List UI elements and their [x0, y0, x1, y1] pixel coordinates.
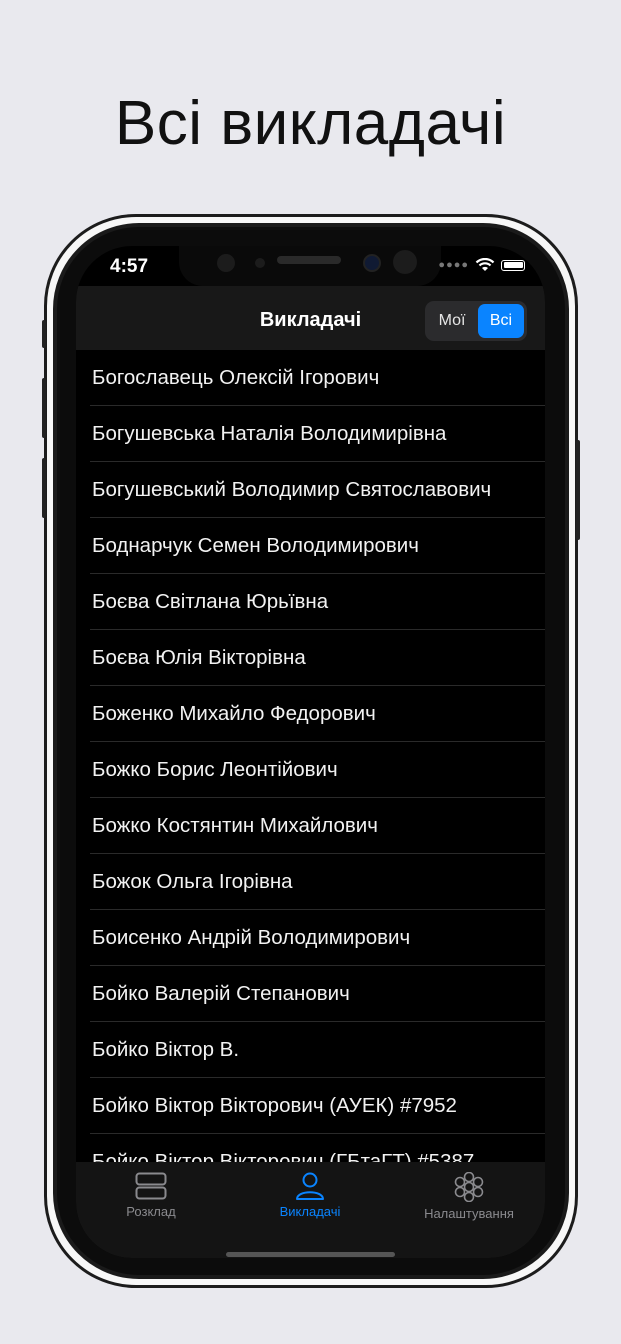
tab-schedule[interactable]: Розклад	[76, 1172, 226, 1219]
volume-up-button	[42, 378, 46, 438]
teacher-row[interactable]: Божко Костянтин Михайлович	[76, 798, 545, 854]
teacher-row[interactable]: Бойко Валерій Степанович	[76, 966, 545, 1022]
volume-down-button	[42, 458, 46, 518]
notch	[179, 246, 441, 286]
teacher-row[interactable]: Божко Борис Леонтійович	[76, 742, 545, 798]
tab-settings[interactable]: Налаштування	[394, 1172, 544, 1221]
tab-schedule-label: Розклад	[126, 1204, 176, 1219]
segment-all[interactable]: Всі	[478, 304, 524, 338]
teacher-row[interactable]: Богушевська Наталія Володимирівна	[76, 406, 545, 462]
power-button	[576, 440, 580, 540]
teacher-row[interactable]: Боєва Світлана Юрьївна	[76, 574, 545, 630]
teacher-row[interactable]: Бойко Віктор Вікторович (АУЕК) #7952	[76, 1078, 545, 1134]
teacher-row[interactable]: Боисенко Андрій Володимирович	[76, 910, 545, 966]
teacher-row[interactable]: Боєва Юлія Вікторівна	[76, 630, 545, 686]
tab-teachers-label: Викладачі	[279, 1204, 341, 1219]
tab-teachers[interactable]: Викладачі	[235, 1172, 385, 1219]
wifi-icon	[475, 258, 495, 271]
schedule-icon	[135, 1172, 167, 1200]
segment-mine[interactable]: Мої	[428, 304, 476, 338]
tab-settings-label: Налаштування	[424, 1206, 514, 1221]
teacher-row[interactable]: Боднарчук Семен Володимирович	[76, 518, 545, 574]
status-time: 4:57	[110, 256, 149, 277]
teacher-row[interactable]: Богославець Олексій Ігорович	[76, 350, 545, 406]
phone-screen: 4:57 ●●●● Викладачі Мої Всі Богославець …	[76, 246, 545, 1258]
status-icons: ●●●●	[438, 258, 525, 272]
teacher-row[interactable]: Боженко Михайло Федорович	[76, 686, 545, 742]
home-indicator	[226, 1252, 395, 1257]
mute-switch	[42, 320, 46, 348]
teacher-list: Богославець Олексій Ігорович Богушевська…	[76, 350, 545, 1190]
person-icon	[296, 1172, 324, 1200]
navigation-bar: Викладачі Мої Всі	[76, 286, 545, 350]
teacher-row[interactable]: Богушевський Володимир Святославович	[76, 462, 545, 518]
segmented-control: Мої Всі	[425, 301, 527, 341]
tab-bar: Розклад Викладачі Налаштування	[76, 1162, 545, 1258]
settings-icon	[454, 1172, 484, 1202]
teacher-row[interactable]: Божок Ольга Ігорівна	[76, 854, 545, 910]
teacher-row[interactable]: Бойко Віктор В.	[76, 1022, 545, 1078]
cellular-signal-icon: ●●●●	[438, 259, 469, 271]
page-headline: Всі викладачі	[114, 89, 507, 158]
battery-icon	[501, 259, 525, 271]
